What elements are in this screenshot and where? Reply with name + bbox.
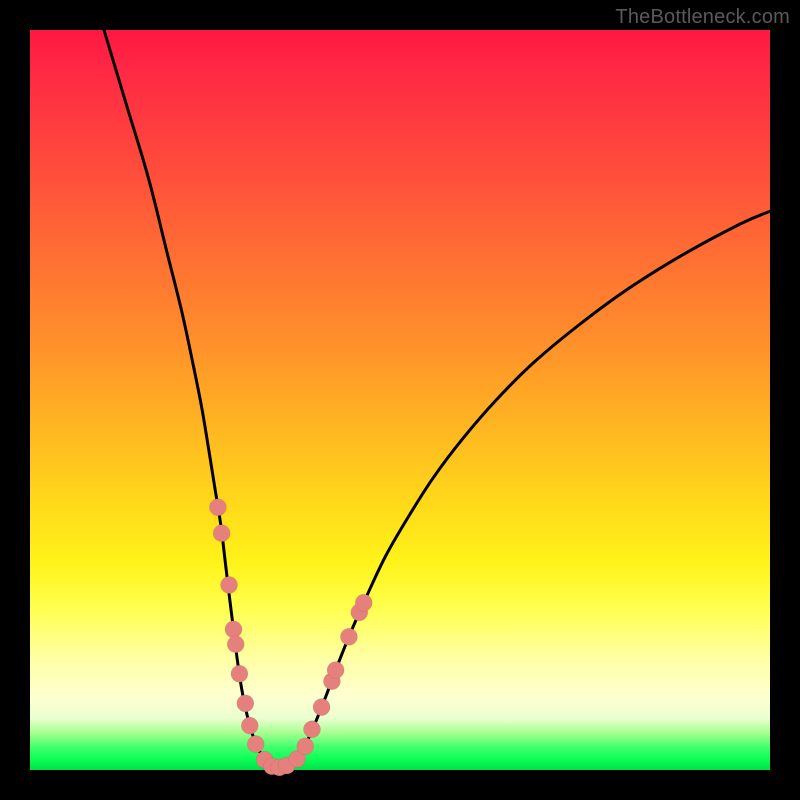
highlight-dot: [247, 736, 264, 753]
highlight-dot: [313, 699, 330, 716]
highlight-dot: [225, 621, 242, 638]
highlight-dot: [209, 499, 226, 516]
highlight-dot: [227, 636, 244, 653]
highlight-dot: [241, 717, 258, 734]
highlight-dot: [327, 662, 344, 679]
curve-svg: [30, 30, 770, 770]
highlight-dot: [355, 594, 372, 611]
highlight-dot: [297, 738, 314, 755]
highlight-dot: [303, 721, 320, 738]
chart-stage: TheBottleneck.com: [0, 0, 800, 800]
bottleneck-curve: [104, 30, 770, 768]
highlight-dots: [209, 499, 372, 776]
highlight-dot: [221, 577, 238, 594]
highlight-dot: [231, 665, 248, 682]
highlight-dot: [340, 628, 357, 645]
highlight-dot: [237, 695, 254, 712]
plot-area: [30, 30, 770, 770]
highlight-dot: [213, 525, 230, 542]
watermark-text: TheBottleneck.com: [615, 6, 790, 29]
